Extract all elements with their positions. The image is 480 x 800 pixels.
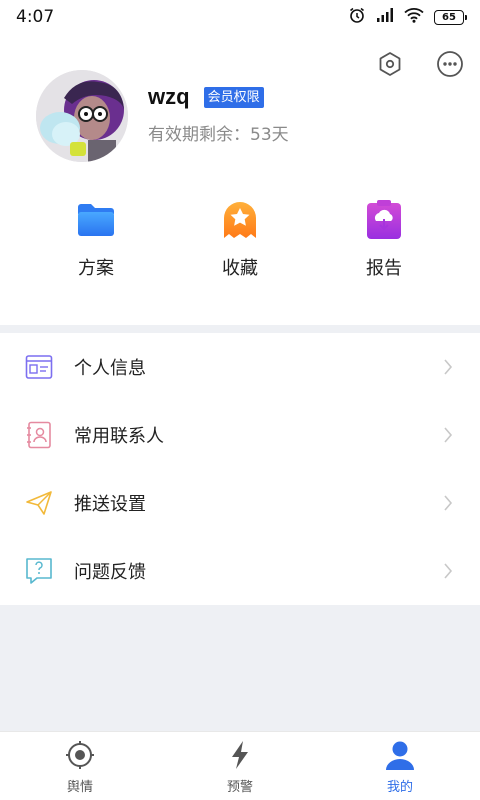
nav-label: 我的 [386,779,413,795]
profile-header: wzq 会员权限 有效期剩余：53天 [36,70,289,162]
top-actions [376,50,464,78]
battery-icon: 65 [434,9,467,25]
quick-action-report[interactable]: 报告 [324,198,444,280]
member-badge: 会员权限 [203,86,264,108]
menu-item-personal-info[interactable]: 个人信息 [0,333,480,401]
nav-label: 舆情 [66,779,93,795]
menu-item-label: 问题反馈 [74,562,146,583]
avatar[interactable] [36,70,128,162]
chevron-right-icon [440,359,456,375]
page-background [0,605,480,731]
menu-item-label: 推送设置 [74,494,146,515]
validity-text: 有效期剩余：53天 [148,125,289,145]
menu-item-contacts[interactable]: 常用联系人 [0,401,480,469]
nav-item-alert[interactable]: 预警 [180,738,300,795]
menu-item-feedback[interactable]: 问题反馈 [0,537,480,605]
quick-actions: 方案 收藏 报告 [0,198,480,280]
chevron-right-icon [440,495,456,511]
target-icon [63,738,97,772]
menu-item-label: 常用联系人 [74,426,164,447]
chevron-right-icon [440,427,456,443]
quick-action-favorites[interactable]: 收藏 [180,198,300,280]
star-bookmark-icon [218,198,262,242]
alarm-icon [348,6,366,29]
quick-action-label: 报告 [366,258,402,279]
quick-action-label: 方案 [78,258,114,279]
status-icons: 65 [348,6,467,29]
status-bar: 4:07 65 [0,0,480,34]
section-divider [0,325,480,333]
name-row: wzq 会员权限 [148,84,289,110]
id-card-icon [24,352,54,382]
settings-hexagon-icon[interactable] [376,50,404,78]
nav-item-sentiment[interactable]: 舆情 [20,738,140,795]
menu-list: 个人信息 常用联系人 推送设置 问题反馈 [0,333,480,605]
menu-item-push-settings[interactable]: 推送设置 [0,469,480,537]
paper-plane-icon [24,488,54,518]
nav-label: 预警 [226,779,253,795]
user-icon [383,738,417,772]
cloud-download-report-icon [362,198,406,242]
nav-item-mine[interactable]: 我的 [340,738,460,795]
quick-action-label: 收藏 [222,258,258,279]
quick-action-plan[interactable]: 方案 [36,198,156,280]
contact-book-icon [24,420,54,450]
profile-info: wzq 会员权限 有效期剩余：53天 [148,84,289,145]
chevron-right-icon [440,563,456,579]
question-chat-icon [24,556,54,586]
message-more-icon[interactable] [436,50,464,78]
username: wzq [148,84,190,109]
signal-icon [376,7,394,28]
menu-item-label: 个人信息 [74,358,146,379]
folder-icon [74,198,118,242]
lightning-icon [223,738,257,772]
bottom-nav: 舆情 预警 我的 [0,731,480,800]
status-time: 4:07 [16,7,55,27]
wifi-icon [404,7,424,28]
